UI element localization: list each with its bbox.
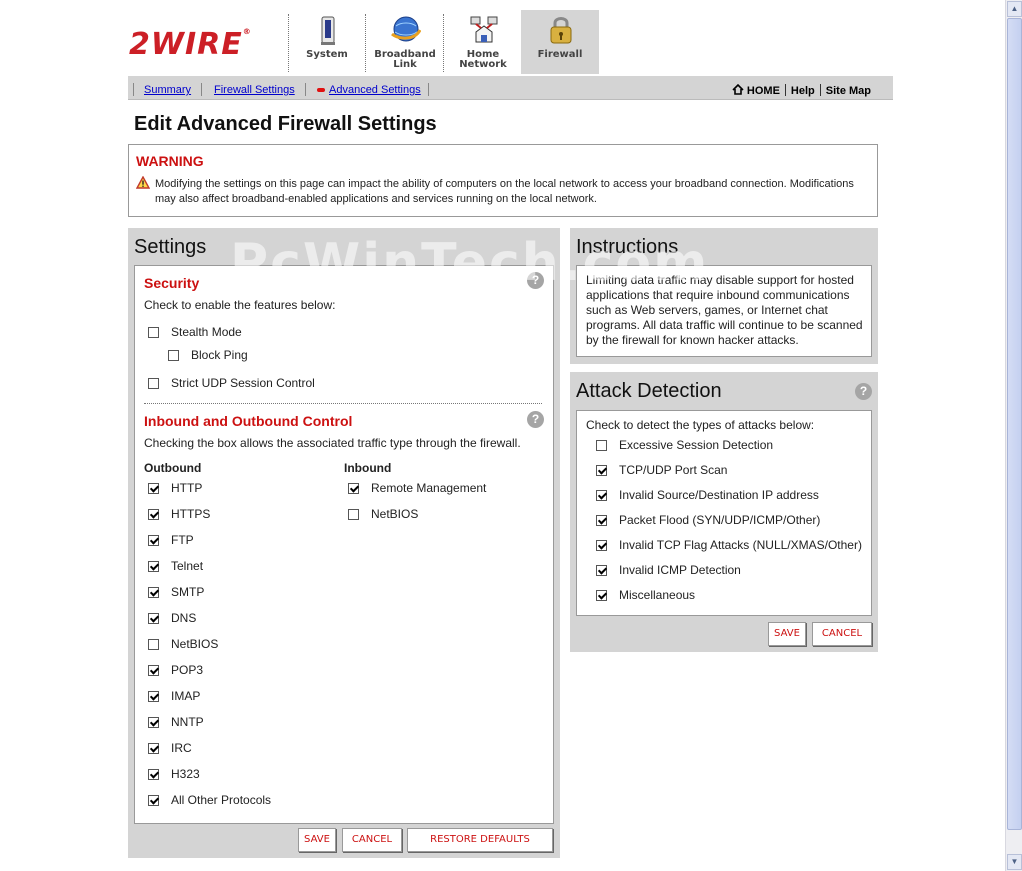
settings-cancel-button[interactable]: CANCEL: [342, 828, 402, 852]
settings-panel: Settings Security ? Check to enable the …: [128, 228, 560, 858]
warning-box: WARNING Modifying the settings on this p…: [128, 144, 878, 217]
settings-inner: Security ? Check to enable the features …: [134, 265, 554, 824]
attack-inner: Check to detect the types of attacks bel…: [576, 410, 872, 616]
page-title: Edit Advanced Firewall Settings: [134, 113, 437, 135]
inout-help-icon[interactable]: ?: [527, 411, 544, 428]
inout-intro: Checking the box allows the associated t…: [144, 436, 521, 450]
scroll-up-arrow-icon[interactable]: ▲: [1007, 1, 1022, 17]
subnav-firewall-settings-link[interactable]: Firewall Settings: [214, 84, 295, 96]
brand-logo[interactable]: 2WIRE®: [129, 27, 252, 62]
outbound-checkbox[interactable]: [148, 483, 159, 494]
globe-icon: [391, 16, 421, 42]
attack-checkbox[interactable]: [596, 465, 607, 476]
home-link[interactable]: HOME: [747, 85, 780, 97]
restore-defaults-button[interactable]: RESTORE DEFAULTS: [407, 828, 553, 852]
separator: [201, 83, 202, 96]
watermark: PcWinTech.com: [230, 233, 710, 293]
attack-cancel-button[interactable]: CANCEL: [812, 622, 872, 646]
strict-udp-checkbox[interactable]: [148, 378, 159, 389]
outbound-checkbox[interactable]: [148, 509, 159, 520]
separator: [305, 83, 306, 96]
attack-checkbox[interactable]: [596, 540, 607, 551]
section-divider: [144, 403, 542, 404]
attack-detection-title: Attack Detection: [576, 380, 722, 402]
current-page-indicator-icon: [317, 88, 325, 92]
help-link[interactable]: Help: [791, 85, 815, 97]
outbound-checkbox[interactable]: [148, 795, 159, 806]
padlock-icon: [550, 17, 572, 44]
tab-home-network[interactable]: Home Network: [444, 10, 522, 74]
subnav-summary-link[interactable]: Summary: [144, 84, 191, 96]
modem-icon: [321, 16, 335, 45]
outbound-checkbox[interactable]: [148, 743, 159, 754]
warning-triangle-icon: [136, 176, 150, 189]
outbound-checkbox[interactable]: [148, 769, 159, 780]
inbound-checkbox[interactable]: [348, 483, 359, 494]
outbound-checkbox[interactable]: [148, 535, 159, 546]
attack-checkbox[interactable]: [596, 490, 607, 501]
attack-checkbox[interactable]: [596, 515, 607, 526]
outbound-checkbox[interactable]: [148, 717, 159, 728]
tab-broadband-link[interactable]: Broadband Link: [366, 10, 444, 74]
home-icon: [732, 83, 744, 95]
outbound-checkbox[interactable]: [148, 691, 159, 702]
settings-title: Settings: [134, 236, 207, 258]
stealth-mode-checkbox[interactable]: [148, 327, 159, 338]
outbound-checkbox[interactable]: [148, 665, 159, 676]
warning-title: WARNING: [136, 153, 204, 169]
attack-checkbox[interactable]: [596, 440, 607, 451]
attack-help-icon[interactable]: ?: [855, 383, 872, 400]
warning-text: Modifying the settings on this page can …: [155, 178, 854, 205]
security-intro: Check to enable the features below:: [144, 298, 336, 312]
scroll-thumb[interactable]: [1007, 18, 1022, 830]
inout-title: Inbound and Outbound Control: [144, 413, 353, 429]
outbound-header: Outbound: [144, 461, 202, 475]
outbound-checkbox[interactable]: [148, 639, 159, 650]
inbound-checkbox[interactable]: [348, 509, 359, 520]
attack-intro: Check to detect the types of attacks bel…: [586, 418, 815, 432]
security-title: Security: [144, 275, 200, 291]
site-map-link[interactable]: Site Map: [826, 85, 871, 97]
separator: [428, 83, 429, 96]
attack-save-button[interactable]: SAVE: [768, 622, 806, 646]
inbound-header: Inbound: [344, 461, 392, 475]
outbound-checkbox[interactable]: [148, 587, 159, 598]
outbound-checkbox[interactable]: [148, 561, 159, 572]
vertical-scrollbar[interactable]: ▲ ▼: [1005, 0, 1022, 871]
sub-navigation: Summary Firewall Settings Advanced Setti…: [128, 76, 893, 100]
outbound-checkbox[interactable]: [148, 613, 159, 624]
settings-save-button[interactable]: SAVE: [298, 828, 336, 852]
scroll-down-arrow-icon[interactable]: ▼: [1007, 854, 1022, 870]
home-network-icon: [470, 16, 498, 43]
separator: [133, 83, 134, 96]
utility-links: HOME Help Site Map: [732, 83, 871, 97]
block-ping-checkbox[interactable]: [168, 350, 179, 361]
tab-system[interactable]: System: [288, 10, 366, 74]
tab-firewall[interactable]: Firewall: [521, 10, 599, 74]
attack-checkbox[interactable]: [596, 565, 607, 576]
subnav-advanced-settings-link[interactable]: Advanced Settings: [329, 84, 421, 96]
attack-checkbox[interactable]: [596, 590, 607, 601]
attack-detection-panel: Attack Detection ? Check to detect the t…: [570, 372, 878, 652]
